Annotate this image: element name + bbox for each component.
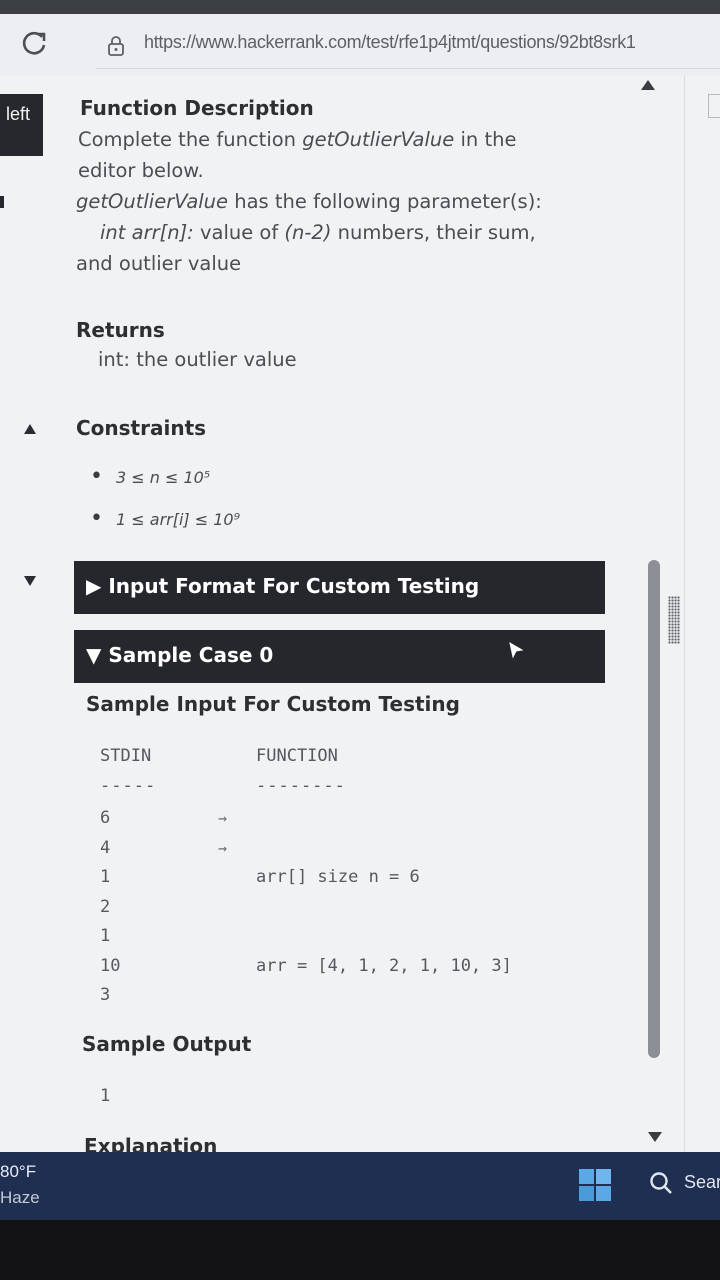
stdin-value: 2 bbox=[100, 896, 111, 917]
weather-condition[interactable]: Haze bbox=[0, 1188, 40, 1208]
function-intro: Complete the function getOutlierValue in… bbox=[78, 124, 578, 186]
sample-output-title: Sample Output bbox=[82, 1032, 252, 1056]
sample-case-toggle[interactable]: ▼ Sample Case 0 bbox=[74, 630, 605, 683]
panel-divider bbox=[684, 76, 685, 1152]
function-description-title: Function Description bbox=[80, 96, 314, 120]
screen-bezel bbox=[0, 1220, 720, 1280]
left-panel-marker bbox=[0, 196, 4, 208]
constraint-item: 1 ≤ arr[i] ≤ 10⁹ bbox=[90, 506, 240, 552]
constraints-list: 3 ≤ n ≤ 10⁵ 1 ≤ arr[i] ≤ 10⁹ bbox=[90, 464, 240, 552]
mouse-cursor-icon bbox=[509, 642, 524, 659]
function-line: arr = [4, 1, 2, 1, 10, 3] bbox=[256, 955, 512, 976]
address-bar[interactable]: https://www.hackerrank.com/test/rfe1p4jt… bbox=[0, 14, 720, 76]
problem-content: Function Description Complete the functi… bbox=[60, 76, 620, 1152]
scroll-down-icon[interactable] bbox=[24, 576, 36, 586]
constraints-title: Constraints bbox=[76, 416, 207, 440]
param-signature: int arr[n]: bbox=[100, 221, 194, 244]
function-divider: -------- bbox=[256, 776, 346, 796]
search-icon[interactable] bbox=[648, 1170, 674, 1196]
stdin-value: 4 bbox=[100, 837, 111, 858]
input-format-toggle[interactable]: ▶ Input Format For Custom Testing bbox=[74, 561, 605, 614]
param-expr: (n-2) bbox=[284, 221, 332, 244]
windows-start-icon[interactable] bbox=[578, 1168, 612, 1202]
stdin-value: 10 bbox=[100, 955, 121, 976]
address-bar-divider bbox=[96, 68, 720, 69]
returns-text: int: the outlier value bbox=[98, 348, 297, 371]
stdin-header: STDIN bbox=[100, 746, 152, 766]
scroll-up-icon[interactable] bbox=[641, 80, 655, 90]
constraint-item: 3 ≤ n ≤ 10⁵ bbox=[90, 464, 240, 510]
param-desc: value of bbox=[193, 221, 285, 244]
resize-handle-icon[interactable] bbox=[668, 596, 680, 644]
param-desc3: and outlier value bbox=[76, 252, 242, 275]
returns-title: Returns bbox=[76, 318, 165, 342]
weather-temperature[interactable]: 80°F bbox=[0, 1162, 36, 1182]
url-text[interactable]: https://www.hackerrank.com/test/rfe1p4jt… bbox=[144, 32, 636, 53]
arrow-column: → → bbox=[218, 804, 227, 863]
sample-output-value: 1 bbox=[100, 1086, 111, 1106]
explanation-title: Explanation bbox=[84, 1134, 218, 1152]
scroll-up-icon[interactable] bbox=[24, 424, 36, 434]
left-panel-tab[interactable]: left bbox=[0, 94, 43, 156]
scrollbar-thumb[interactable] bbox=[648, 560, 660, 1058]
reload-icon[interactable] bbox=[20, 28, 50, 58]
function-name-params: getOutlierValue bbox=[76, 190, 229, 213]
function-values: arr[] size n = 6 arr = [4, 1, 2, 1, 10, … bbox=[256, 804, 512, 1040]
left-panel: left bbox=[0, 76, 48, 1152]
stdin-value: 3 bbox=[100, 985, 111, 1005]
parameters-description: getOutlierValue has the following parame… bbox=[76, 186, 596, 279]
function-header: FUNCTION bbox=[256, 746, 338, 766]
arrow-icon: → bbox=[218, 809, 228, 827]
lock-icon bbox=[108, 36, 124, 56]
problem-page: left Function Description Complete the f… bbox=[0, 76, 720, 1152]
stdin-divider: ----- bbox=[100, 776, 157, 796]
taskbar-search-label[interactable]: Search bbox=[684, 1172, 720, 1193]
taskbar: 80°F Haze Search bbox=[0, 1152, 720, 1220]
function-name: getOutlierValue bbox=[302, 128, 455, 151]
stdin-value: 6 bbox=[100, 808, 111, 828]
editor-edge bbox=[708, 94, 720, 118]
function-line: arr[] size n = 6 bbox=[256, 867, 420, 887]
arrow-icon: → bbox=[218, 838, 228, 857]
stdin-values: 6 4 1 2 1 10 3 bbox=[100, 804, 120, 1011]
params-suffix: has the following parameter(s): bbox=[228, 190, 542, 213]
intro-prefix: Complete the function bbox=[78, 128, 303, 151]
scroll-down-icon[interactable] bbox=[648, 1132, 662, 1142]
param-desc2: numbers, their sum, bbox=[331, 221, 536, 244]
param-line: int arr[n]: value of (n-2) numbers, thei… bbox=[76, 217, 596, 248]
browser-top-strip bbox=[0, 0, 720, 14]
stdin-value: 1 bbox=[100, 926, 111, 946]
sample-input-title: Sample Input For Custom Testing bbox=[86, 692, 460, 716]
stdin-value: 1 bbox=[100, 867, 111, 887]
